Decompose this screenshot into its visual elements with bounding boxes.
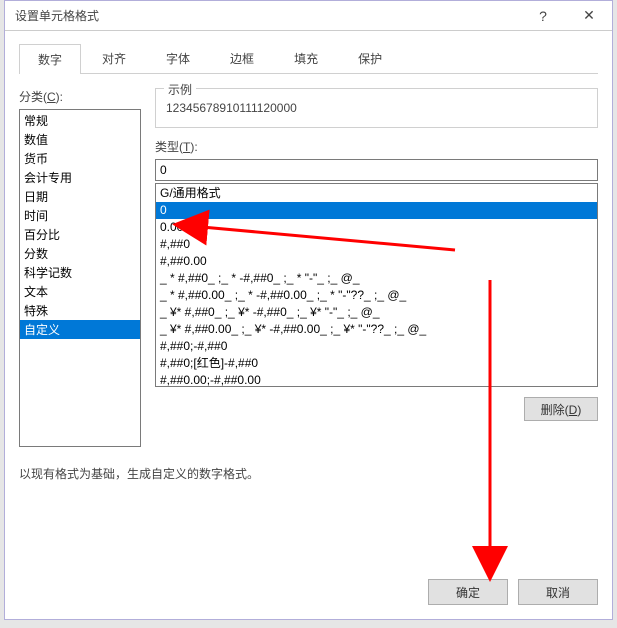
type-item[interactable]: #,##0 bbox=[156, 236, 597, 253]
tab-strip: 数字对齐字体边框填充保护 bbox=[19, 43, 598, 74]
type-item[interactable]: 0.00 bbox=[156, 219, 597, 236]
category-item[interactable]: 时间 bbox=[20, 206, 140, 225]
dialog: 设置单元格格式 ? ✕ 数字对齐字体边框填充保护 分类(C): 常规数值货币会计… bbox=[4, 0, 613, 620]
window-frame: 设置单元格格式 ? ✕ 数字对齐字体边框填充保护 分类(C): 常规数值货币会计… bbox=[0, 0, 617, 628]
dialog-title: 设置单元格格式 bbox=[15, 7, 520, 24]
titlebar: 设置单元格格式 ? ✕ bbox=[5, 1, 612, 31]
category-item[interactable]: 货币 bbox=[20, 149, 140, 168]
dialog-footer: 确定 取消 bbox=[428, 579, 598, 605]
close-button[interactable]: ✕ bbox=[566, 1, 612, 31]
type-item[interactable]: _ ¥* #,##0_ ;_ ¥* -#,##0_ ;_ ¥* "-"_ ;_ … bbox=[156, 304, 597, 321]
type-item[interactable]: _ * #,##0.00_ ;_ * -#,##0.00_ ;_ * "-"??… bbox=[156, 287, 597, 304]
close-icon: ✕ bbox=[583, 7, 595, 24]
example-value: 12345678910111120000 bbox=[166, 97, 587, 115]
cancel-button[interactable]: 取消 bbox=[518, 579, 598, 605]
example-group: 示例 12345678910111120000 bbox=[155, 88, 598, 128]
help-icon: ? bbox=[539, 8, 547, 24]
delete-row: 删除(D) bbox=[155, 397, 598, 421]
delete-button[interactable]: 删除(D) bbox=[524, 397, 598, 421]
type-item[interactable]: _ * #,##0_ ;_ * -#,##0_ ;_ * "-"_ ;_ @_ bbox=[156, 270, 597, 287]
type-item[interactable]: #,##0.00;-#,##0.00 bbox=[156, 372, 597, 387]
category-item[interactable]: 分数 bbox=[20, 244, 140, 263]
category-item[interactable]: 会计专用 bbox=[20, 168, 140, 187]
category-item[interactable]: 百分比 bbox=[20, 225, 140, 244]
category-label: 分类(C): bbox=[19, 88, 141, 105]
category-item[interactable]: 常规 bbox=[20, 111, 140, 130]
category-item[interactable]: 文本 bbox=[20, 282, 140, 301]
category-list[interactable]: 常规数值货币会计专用日期时间百分比分数科学记数文本特殊自定义 bbox=[19, 109, 141, 447]
type-item[interactable]: _ ¥* #,##0.00_ ;_ ¥* -#,##0.00_ ;_ ¥* "-… bbox=[156, 321, 597, 338]
detail-column: 示例 12345678910111120000 类型(T): G/通用格式00.… bbox=[155, 88, 598, 447]
number-panel: 分类(C): 常规数值货币会计专用日期时间百分比分数科学记数文本特殊自定义 示例… bbox=[19, 74, 598, 447]
type-item[interactable]: #,##0;[红色]-#,##0 bbox=[156, 355, 597, 372]
type-item[interactable]: #,##0;-#,##0 bbox=[156, 338, 597, 355]
tab-1[interactable]: 对齐 bbox=[83, 43, 145, 73]
tab-2[interactable]: 字体 bbox=[147, 43, 209, 73]
hint-text: 以现有格式为基础，生成自定义的数字格式。 bbox=[19, 465, 598, 482]
category-item[interactable]: 自定义 bbox=[20, 320, 140, 339]
type-list[interactable]: G/通用格式00.00#,##0#,##0.00_ * #,##0_ ;_ * … bbox=[155, 183, 598, 387]
example-legend: 示例 bbox=[164, 81, 196, 98]
help-button[interactable]: ? bbox=[520, 1, 566, 31]
category-item[interactable]: 日期 bbox=[20, 187, 140, 206]
type-item[interactable]: G/通用格式 bbox=[156, 185, 597, 202]
category-column: 分类(C): 常规数值货币会计专用日期时间百分比分数科学记数文本特殊自定义 bbox=[19, 88, 141, 447]
type-item[interactable]: 0 bbox=[156, 202, 597, 219]
dialog-body: 数字对齐字体边框填充保护 分类(C): 常规数值货币会计专用日期时间百分比分数科… bbox=[5, 31, 612, 494]
ok-button[interactable]: 确定 bbox=[428, 579, 508, 605]
category-item[interactable]: 数值 bbox=[20, 130, 140, 149]
type-item[interactable]: #,##0.00 bbox=[156, 253, 597, 270]
tab-0[interactable]: 数字 bbox=[19, 44, 81, 74]
category-item[interactable]: 科学记数 bbox=[20, 263, 140, 282]
tab-5[interactable]: 保护 bbox=[339, 43, 401, 73]
type-input[interactable] bbox=[155, 159, 598, 181]
category-item[interactable]: 特殊 bbox=[20, 301, 140, 320]
tab-3[interactable]: 边框 bbox=[211, 43, 273, 73]
tab-4[interactable]: 填充 bbox=[275, 43, 337, 73]
type-label: 类型(T): bbox=[155, 138, 598, 155]
